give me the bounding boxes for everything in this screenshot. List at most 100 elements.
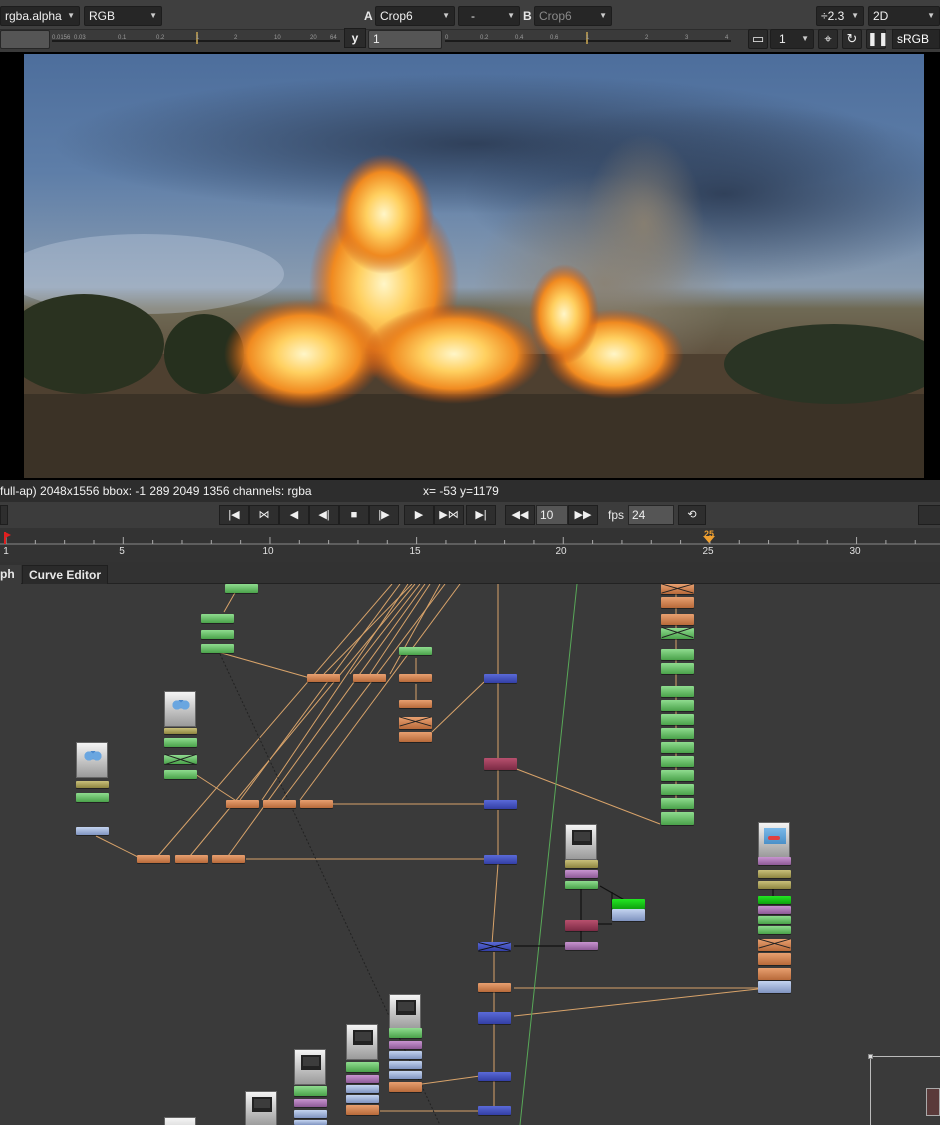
read-node-thumbnail[interactable] bbox=[565, 824, 597, 860]
node[interactable] bbox=[758, 916, 791, 924]
step-back-icon[interactable]: ◀ bbox=[279, 505, 309, 525]
node[interactable] bbox=[661, 798, 694, 809]
disabled-node[interactable] bbox=[164, 755, 197, 764]
node[interactable] bbox=[758, 896, 791, 904]
read-node-thumbnail[interactable] bbox=[389, 994, 421, 1030]
read-node-thumbnail[interactable] bbox=[758, 822, 790, 858]
backdrop-resize-handle[interactable] bbox=[868, 1054, 873, 1059]
transform-node[interactable] bbox=[661, 597, 694, 608]
proxy-dropdown[interactable]: ÷2.3 ▼ bbox=[816, 6, 864, 26]
node[interactable] bbox=[389, 1061, 422, 1069]
backdrop-button[interactable] bbox=[926, 1088, 940, 1116]
node[interactable] bbox=[758, 870, 791, 878]
node[interactable] bbox=[661, 649, 694, 660]
node[interactable] bbox=[346, 1095, 379, 1103]
downrez-dropdown[interactable]: 1 ▼ bbox=[770, 29, 814, 49]
node[interactable] bbox=[758, 881, 791, 889]
read-node[interactable] bbox=[225, 584, 258, 593]
read-node-thumbnail[interactable] bbox=[164, 691, 196, 727]
node[interactable] bbox=[661, 742, 694, 753]
transform-node[interactable] bbox=[478, 983, 511, 992]
transform-node[interactable] bbox=[346, 1105, 379, 1115]
disabled-node[interactable] bbox=[661, 628, 694, 639]
transform-node[interactable] bbox=[399, 700, 432, 708]
increment-field[interactable]: 10 bbox=[536, 505, 568, 525]
first-frame-icon[interactable]: |◀ bbox=[219, 505, 249, 525]
transform-node[interactable] bbox=[399, 674, 432, 682]
node[interactable] bbox=[164, 770, 197, 779]
node[interactable] bbox=[661, 812, 694, 825]
node[interactable] bbox=[565, 870, 598, 878]
node[interactable] bbox=[758, 981, 791, 993]
merge-node[interactable] bbox=[478, 1106, 511, 1115]
node[interactable] bbox=[758, 906, 791, 914]
gain-slider[interactable]: 0.0156 0.03 0.1 0.2 1 2 10 20 64 bbox=[52, 32, 340, 48]
node[interactable] bbox=[346, 1062, 379, 1072]
tab-curve-editor[interactable]: Curve Editor bbox=[22, 565, 109, 584]
node[interactable] bbox=[389, 1071, 422, 1079]
node[interactable] bbox=[661, 714, 694, 725]
node[interactable] bbox=[661, 686, 694, 697]
step-forward-icon[interactable]: ▶ bbox=[404, 505, 434, 525]
node[interactable] bbox=[76, 781, 109, 788]
fps-field[interactable]: 24 bbox=[628, 505, 674, 525]
input-b-dropdown[interactable]: Crop6 ▼ bbox=[534, 6, 612, 26]
node[interactable] bbox=[294, 1099, 327, 1107]
input-a-dropdown[interactable]: Crop6 ▼ bbox=[375, 6, 455, 26]
monitor-icon[interactable]: ▭ bbox=[748, 29, 768, 49]
transform-node[interactable] bbox=[399, 732, 432, 742]
disabled-node[interactable] bbox=[399, 717, 432, 729]
transform-node[interactable] bbox=[137, 855, 170, 863]
roi-icon[interactable]: ⌖ bbox=[818, 29, 838, 49]
timeline[interactable]: 1 5 10 15 20 25 30 25 bbox=[0, 528, 940, 562]
lut-dropdown[interactable]: sRGB bbox=[892, 29, 940, 49]
node[interactable] bbox=[164, 728, 197, 734]
last-frame-icon[interactable]: ▶| bbox=[466, 505, 496, 525]
transform-node[interactable] bbox=[389, 1082, 422, 1092]
play-forward-icon[interactable]: |▶ bbox=[369, 505, 399, 525]
gamma-toggle-button[interactable]: y bbox=[344, 28, 366, 48]
node[interactable] bbox=[201, 630, 234, 639]
node[interactable] bbox=[565, 860, 598, 868]
transform-node[interactable] bbox=[263, 800, 296, 808]
node[interactable] bbox=[201, 614, 234, 623]
node[interactable] bbox=[758, 926, 791, 934]
view-mode-dropdown[interactable]: 2D ▼ bbox=[868, 6, 940, 26]
backdrop-node[interactable] bbox=[868, 1054, 940, 1125]
colorspace-dropdown[interactable]: RGB ▼ bbox=[84, 6, 162, 26]
read-node-thumbnail[interactable] bbox=[76, 742, 108, 778]
skip-back-icon[interactable]: ◀◀ bbox=[505, 505, 535, 525]
merge-node[interactable] bbox=[484, 674, 517, 683]
gamma-slider[interactable]: 0 0.2 0.4 0.6 1 2 3 4 bbox=[445, 32, 731, 48]
right-edge-button[interactable] bbox=[918, 505, 940, 525]
gamma-field[interactable]: 1 bbox=[368, 30, 442, 49]
node-graph[interactable] bbox=[0, 584, 940, 1125]
node[interactable] bbox=[164, 738, 197, 747]
node[interactable] bbox=[661, 700, 694, 711]
node[interactable] bbox=[76, 827, 109, 835]
play-backward-icon[interactable]: ◀| bbox=[309, 505, 339, 525]
prev-keyframe-icon[interactable]: ⋈ bbox=[249, 505, 279, 525]
grade-node[interactable] bbox=[484, 758, 517, 770]
disabled-node[interactable] bbox=[758, 939, 791, 951]
merge-node[interactable] bbox=[478, 1072, 511, 1081]
read-node-thumbnail[interactable] bbox=[164, 1117, 196, 1125]
loop-icon[interactable]: ⟲ bbox=[678, 505, 706, 525]
transform-node[interactable] bbox=[300, 800, 333, 808]
node[interactable] bbox=[389, 1041, 422, 1049]
transform-node[interactable] bbox=[353, 674, 386, 682]
merge-node[interactable] bbox=[478, 1012, 511, 1024]
node[interactable] bbox=[661, 728, 694, 739]
node[interactable] bbox=[294, 1086, 327, 1096]
gain-field[interactable] bbox=[0, 30, 50, 49]
transform-node[interactable] bbox=[175, 855, 208, 863]
read-node-thumbnail[interactable] bbox=[245, 1091, 277, 1125]
node[interactable] bbox=[346, 1075, 379, 1083]
next-keyframe-icon[interactable]: ▶⋈ bbox=[434, 505, 464, 525]
transform-node[interactable] bbox=[758, 953, 791, 965]
node[interactable] bbox=[399, 647, 432, 655]
node[interactable] bbox=[201, 644, 234, 653]
skip-forward-icon[interactable]: ▶▶ bbox=[568, 505, 598, 525]
node[interactable] bbox=[661, 784, 694, 795]
read-node-thumbnail[interactable] bbox=[294, 1049, 326, 1085]
